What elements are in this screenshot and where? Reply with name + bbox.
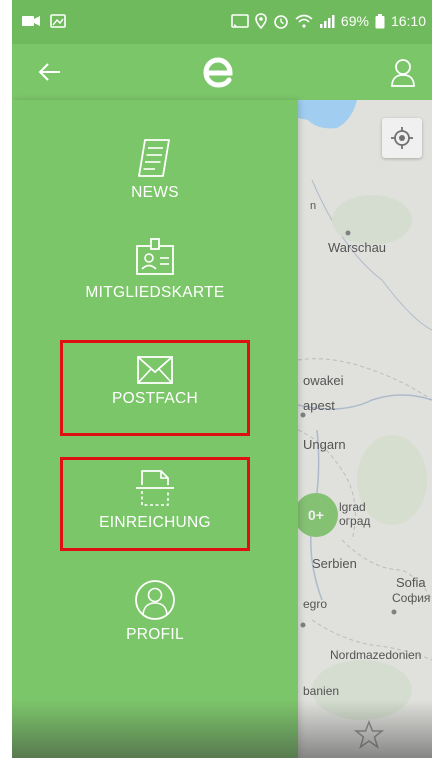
- menu-item-einreichung[interactable]: EINREICHUNG: [12, 466, 298, 532]
- back-button[interactable]: [34, 56, 66, 88]
- app-bar: [12, 44, 432, 100]
- alarm-icon: [274, 15, 288, 29]
- battery-icon: [375, 13, 385, 28]
- image-notification-icon: [50, 14, 66, 28]
- logo-e-icon: [203, 57, 233, 88]
- bottom-nav-shadow: [12, 700, 432, 758]
- menu-item-profile[interactable]: PROFIL: [12, 578, 298, 644]
- status-time: 16:10: [390, 13, 426, 29]
- account-button[interactable]: [388, 56, 418, 88]
- menu-label-postfach: POSTFACH: [112, 390, 198, 407]
- wifi-icon: [295, 14, 313, 28]
- cast-icon: [231, 14, 249, 28]
- signal-icon: [319, 15, 335, 28]
- status-bar: 69% 16:10: [12, 0, 432, 44]
- app-logo: [198, 52, 238, 92]
- profile-icon: [135, 580, 175, 620]
- menu-label-profile: PROFIL: [126, 626, 184, 643]
- envelope-icon: [137, 356, 173, 384]
- navigation-drawer: NEWS MITGLIEDSKARTE POSTFACH EINREICHUNG…: [12, 100, 298, 758]
- menu-item-news[interactable]: NEWS: [12, 136, 298, 202]
- user-outline-icon: [391, 59, 415, 87]
- menu-label-einreichung: EINREICHUNG: [99, 514, 211, 531]
- menu-item-postfach[interactable]: POSTFACH: [12, 354, 298, 408]
- document-scan-icon: [136, 470, 174, 506]
- menu-label-news: NEWS: [131, 184, 179, 201]
- membership-card-icon: [136, 238, 174, 275]
- location-icon: [255, 13, 267, 29]
- news-icon: [138, 139, 170, 177]
- video-notification-icon: [22, 16, 40, 26]
- menu-label-membership-card: MITGLIEDSKARTE: [85, 284, 225, 301]
- menu-item-membership-card[interactable]: MITGLIEDSKARTE: [12, 236, 298, 302]
- battery-percent: 69%: [340, 13, 369, 29]
- phone-screen: 69% 16:10 n Warschau owakei apest Ungarn…: [12, 0, 432, 758]
- arrow-left-icon: [38, 63, 60, 81]
